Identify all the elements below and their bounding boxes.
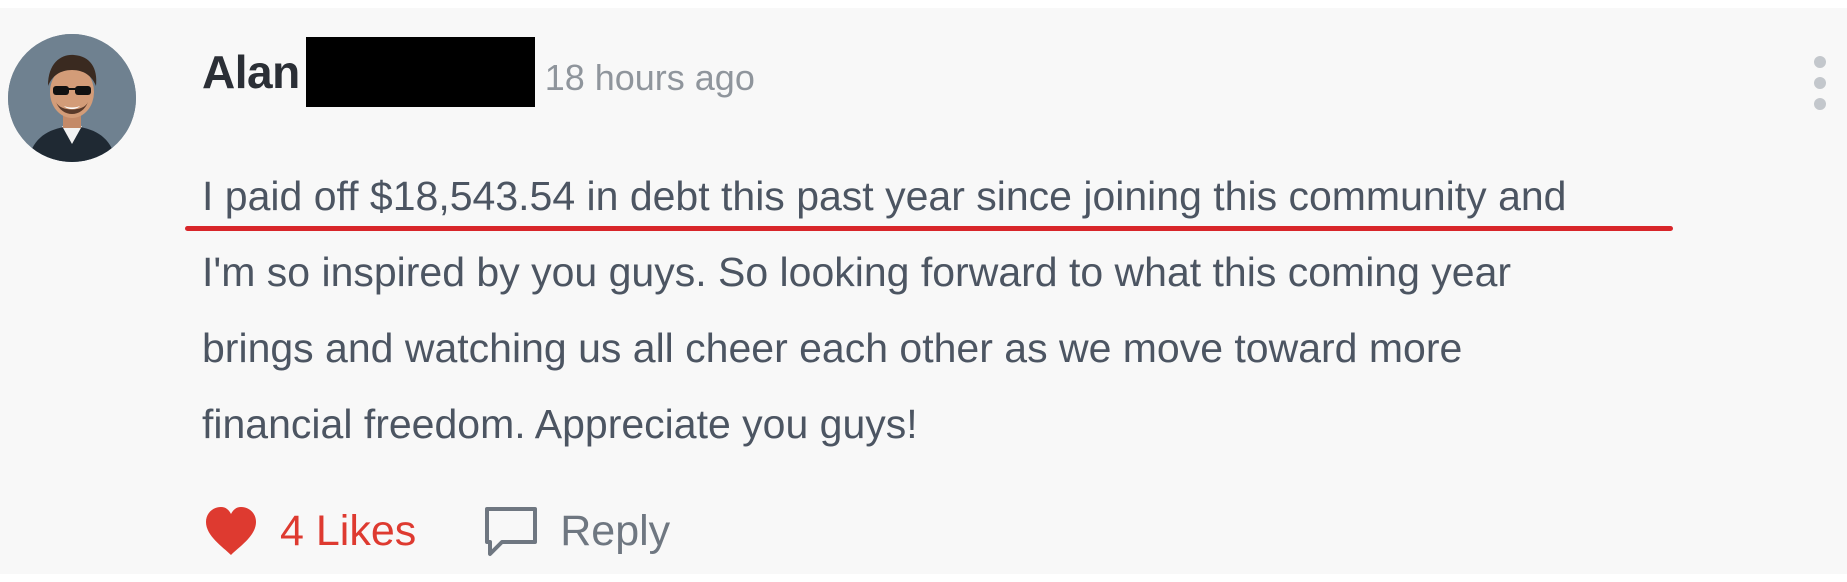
comment-text: I paid off $18,543.54 in debt this past … <box>202 158 1822 462</box>
likes-count: 4 Likes <box>280 506 417 555</box>
comment-header: Alan 18 hours ago <box>202 36 755 108</box>
comment-line: financial freedom. Appreciate you guys! <box>202 401 918 447</box>
speech-bubble-icon <box>485 507 538 556</box>
reply-label: Reply <box>560 506 671 555</box>
reply-button[interactable]: Reply <box>482 504 670 558</box>
more-options-icon[interactable] <box>1808 56 1832 110</box>
comment-card: Alan 18 hours ago I paid off $18,543.54 … <box>0 8 1847 574</box>
comment-line: I'm so inspired by you guys. So looking … <box>202 249 1512 295</box>
comment-line: I paid off $18,543.54 in debt this past … <box>202 173 1567 219</box>
like-button[interactable]: 4 Likes <box>202 505 416 557</box>
avatar[interactable] <box>8 34 136 162</box>
menu-dot <box>1814 56 1826 68</box>
author-name[interactable]: Alan <box>202 45 300 99</box>
avatar-photo <box>8 34 136 162</box>
heart-icon <box>206 507 256 555</box>
menu-dot <box>1814 98 1826 110</box>
comment-actions: 4 Likes Reply <box>202 498 670 564</box>
timestamp: 18 hours ago <box>544 57 755 98</box>
highlight-underline <box>185 226 1673 231</box>
menu-dot <box>1814 77 1826 89</box>
redaction-block <box>305 37 535 107</box>
comment-line: brings and watching us all cheer each ot… <box>202 325 1463 371</box>
